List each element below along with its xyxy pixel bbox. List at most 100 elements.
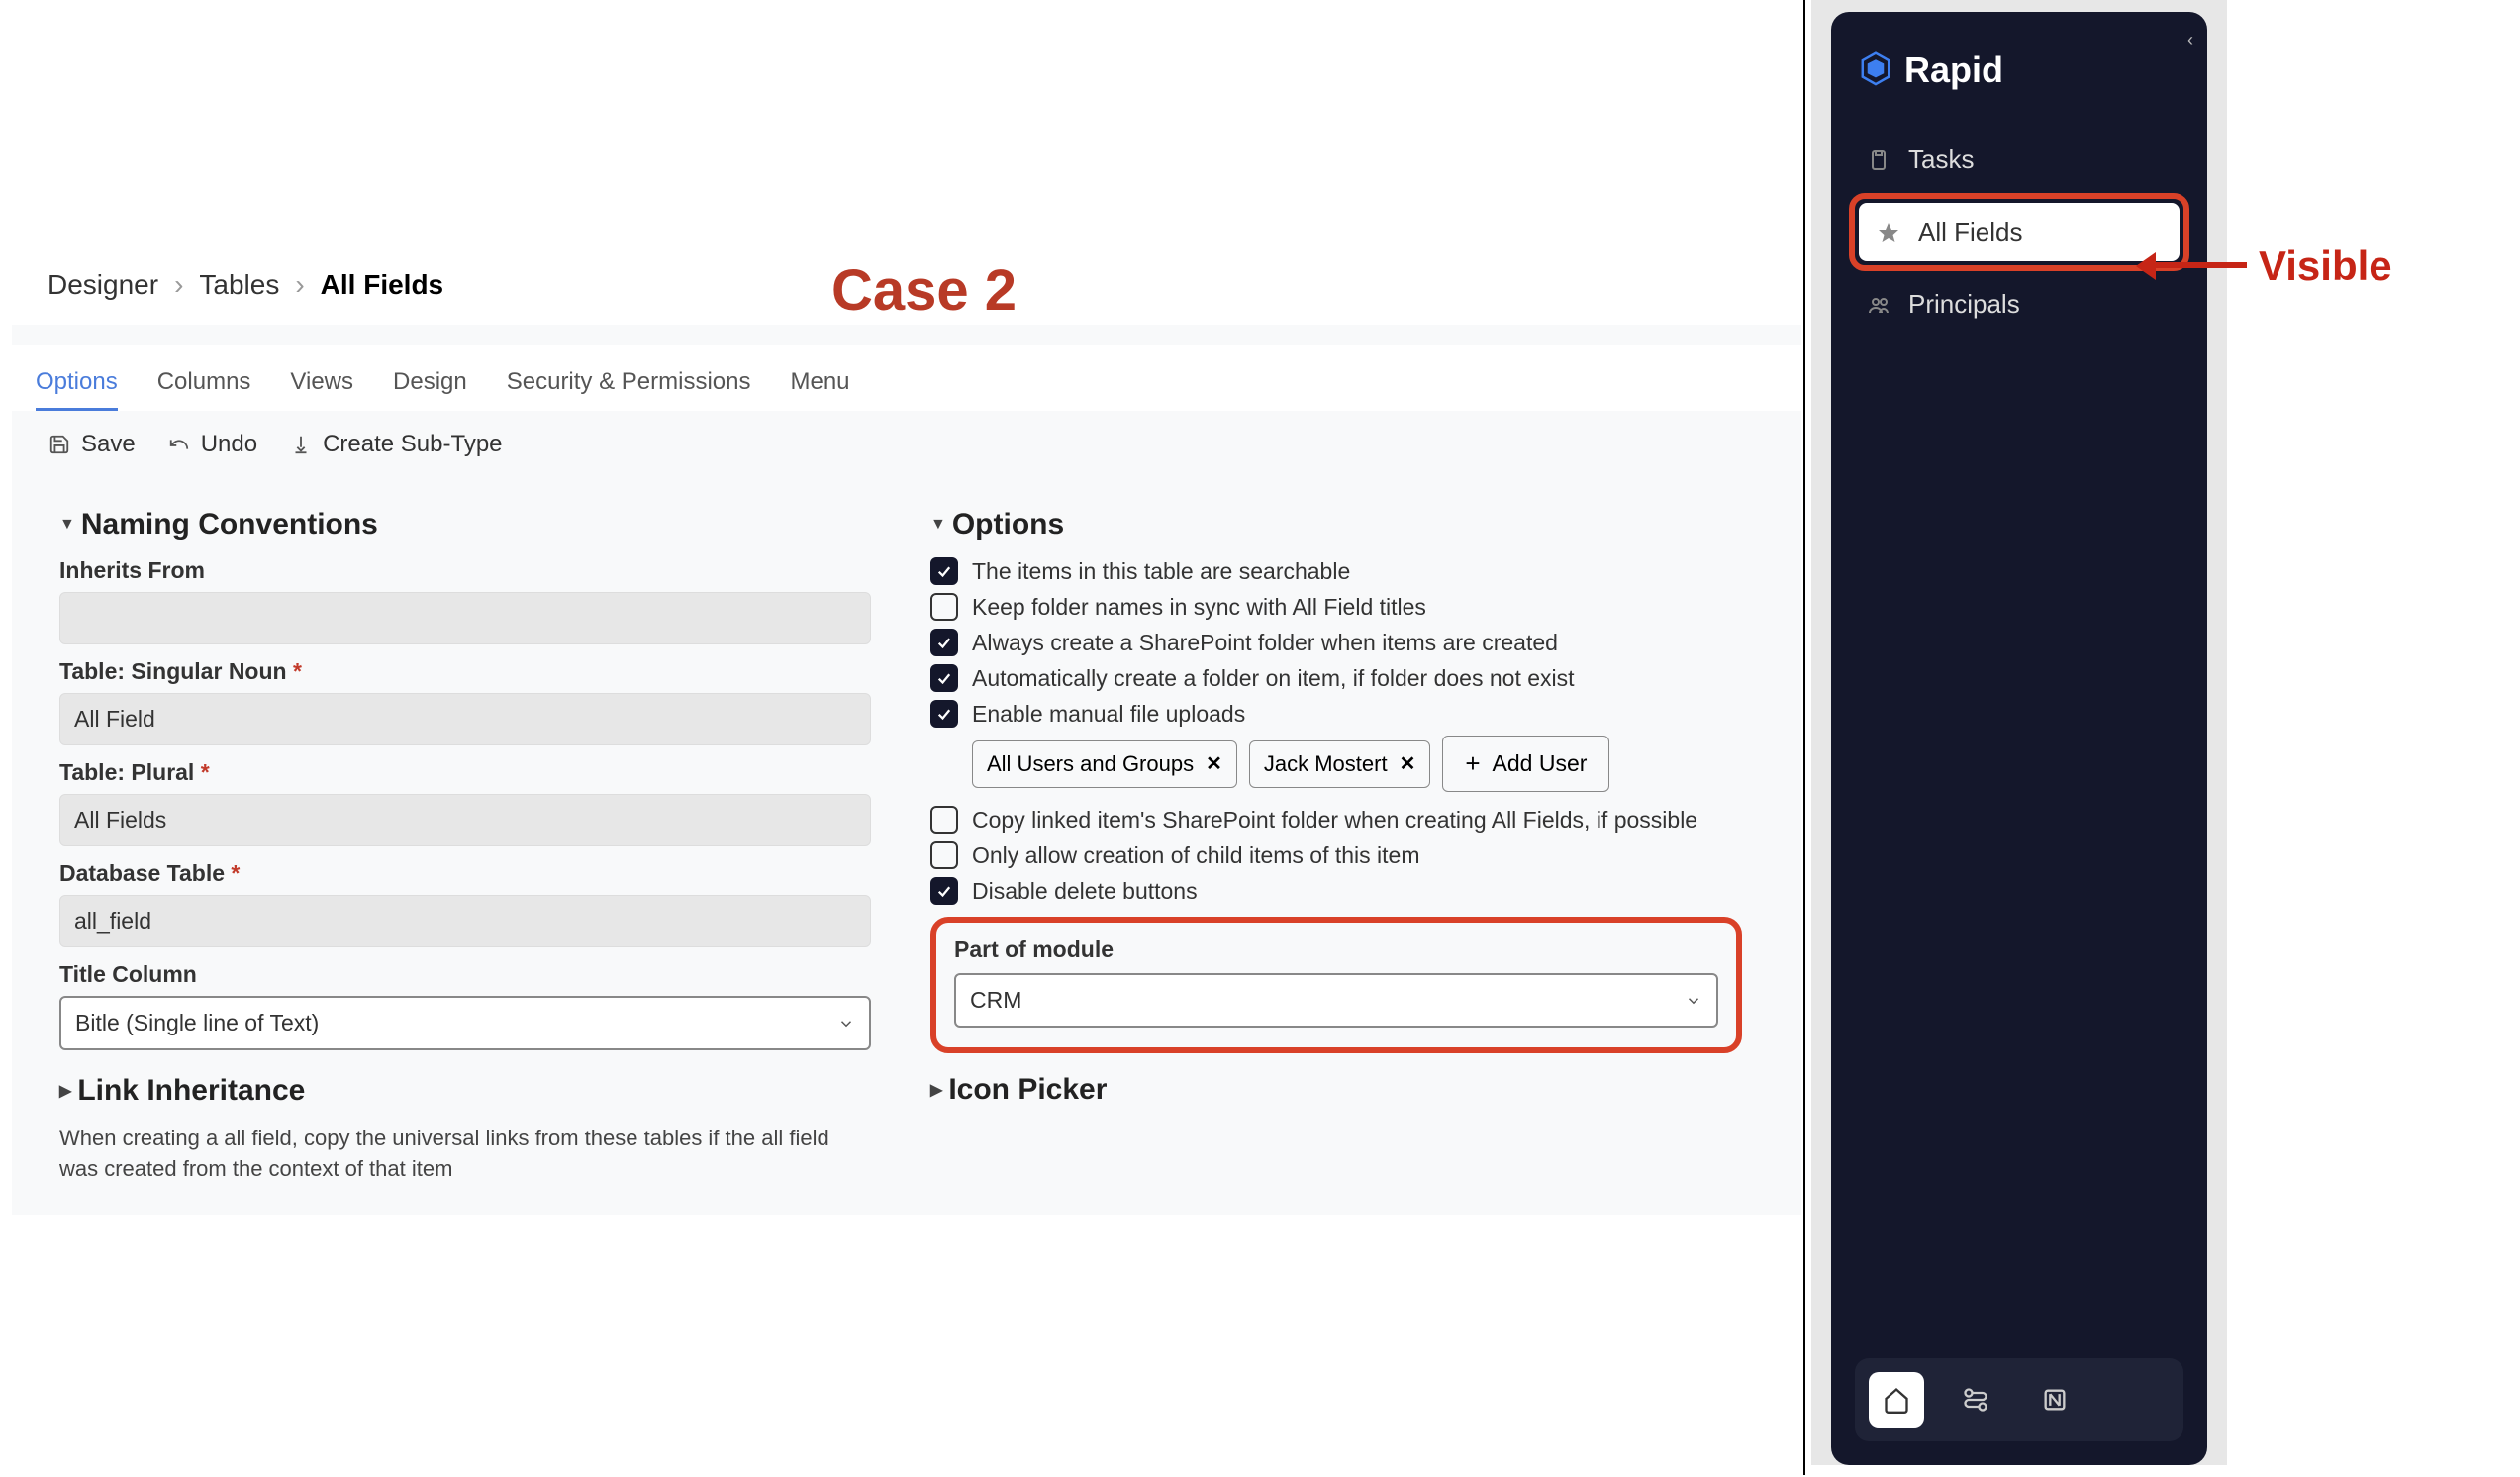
plural-input[interactable] <box>59 794 871 846</box>
close-icon[interactable]: ✕ <box>1206 751 1222 776</box>
add-user-label: Add User <box>1493 750 1588 777</box>
sidebar-item-tasks[interactable]: Tasks <box>1849 131 2189 189</box>
link-inheritance-header[interactable]: ▶ Link Inheritance <box>59 1074 871 1108</box>
create-subtype-button[interactable]: Create Sub-Type <box>289 431 502 458</box>
plural-label: Table: Plural * <box>59 759 871 786</box>
sidebar-item-label: All Fields <box>1918 217 2022 247</box>
icon-picker-header[interactable]: ▶ Icon Picker <box>930 1073 1742 1107</box>
chip-label: Jack Mostert <box>1264 751 1388 777</box>
chip-all-users[interactable]: All Users and Groups ✕ <box>972 740 1237 788</box>
clipboard-icon <box>1867 148 1892 173</box>
caret-down-icon: ▼ <box>930 516 946 534</box>
undo-icon <box>167 433 191 456</box>
brand: Rapid <box>1831 30 2207 131</box>
tab-columns[interactable]: Columns <box>157 356 251 411</box>
chevron-right-icon: › <box>295 269 304 301</box>
tab-views[interactable]: Views <box>290 356 353 411</box>
naming-conventions-label: Naming Conventions <box>81 508 378 542</box>
naming-conventions-header[interactable]: ▼ Naming Conventions <box>59 508 871 542</box>
chevron-down-icon <box>1685 992 1702 1010</box>
workflow-button[interactable] <box>1948 1372 2003 1428</box>
chevron-down-icon <box>837 1015 855 1033</box>
checkbox-row: Keep folder names in sync with All Field… <box>930 593 1742 621</box>
checkbox-label: Enable manual file uploads <box>972 701 1245 728</box>
checkbox-label: Only allow creation of child items of th… <box>972 842 1420 869</box>
checkbox-row: The items in this table are searchable <box>930 557 1742 585</box>
create-subtype-label: Create Sub-Type <box>323 431 502 458</box>
chevron-right-icon: › <box>174 269 183 301</box>
inherits-from-label: Inherits From <box>59 557 871 584</box>
notion-button[interactable] <box>2027 1372 2083 1428</box>
tab-design[interactable]: Design <box>393 356 467 411</box>
breadcrumb-designer[interactable]: Designer <box>48 269 158 301</box>
plus-icon: + <box>1465 748 1480 779</box>
collapse-icon[interactable]: ‹ <box>2187 30 2193 50</box>
link-inheritance-label: Link Inheritance <box>77 1074 305 1108</box>
checkbox-label: Always create a SharePoint folder when i… <box>972 630 1558 656</box>
part-of-module-select[interactable]: CRM <box>954 973 1718 1028</box>
link-inheritance-description: When creating a all field, copy the univ… <box>59 1124 831 1185</box>
caret-right-icon: ▶ <box>59 1081 71 1101</box>
left-column: ▼ Naming Conventions Inherits From Table… <box>59 508 871 1185</box>
notion-icon <box>2041 1386 2069 1414</box>
visible-annotation: Visible <box>2247 243 2392 290</box>
title-column-select[interactable]: Bitle (Single line of Text) <box>59 996 871 1050</box>
checkbox-label: The items in this table are searchable <box>972 558 1350 585</box>
db-table-input[interactable] <box>59 895 871 947</box>
inherits-from-input[interactable] <box>59 592 871 644</box>
people-icon <box>1867 292 1892 318</box>
checkbox[interactable] <box>930 806 958 834</box>
part-of-module-label: Part of module <box>954 936 1718 963</box>
checkbox-label: Disable delete buttons <box>972 878 1198 905</box>
checkbox-row: Only allow creation of child items of th… <box>930 841 1742 869</box>
home-icon <box>1883 1386 1910 1414</box>
nav-items: Tasks All Fields Principals <box>1831 131 2207 334</box>
close-icon[interactable]: ✕ <box>1400 751 1416 776</box>
undo-label: Undo <box>201 431 257 458</box>
chip-label: All Users and Groups <box>987 751 1194 777</box>
checkbox[interactable] <box>930 700 958 728</box>
case-annotation: Case 2 <box>831 257 1017 324</box>
breadcrumb-current: All Fields <box>321 269 443 301</box>
title-column-label: Title Column <box>59 961 871 988</box>
breadcrumb-tables[interactable]: Tables <box>199 269 279 301</box>
checkbox[interactable] <box>930 877 958 905</box>
checkbox-row: Automatically create a folder on item, i… <box>930 664 1742 692</box>
db-table-label: Database Table * <box>59 860 871 887</box>
sidebar-bottom <box>1831 1334 2207 1465</box>
checkbox-row: Copy linked item's SharePoint folder whe… <box>930 806 1742 834</box>
checkbox[interactable] <box>930 593 958 621</box>
checkbox-label: Automatically create a folder on item, i… <box>972 665 1575 692</box>
checkbox[interactable] <box>930 664 958 692</box>
visible-label: Visible <box>2259 243 2392 290</box>
undo-button[interactable]: Undo <box>167 431 257 458</box>
bottom-dock <box>1855 1358 2183 1441</box>
tab-security[interactable]: Security & Permissions <box>507 356 751 411</box>
tab-menu[interactable]: Menu <box>790 356 849 411</box>
checkbox[interactable] <box>930 557 958 585</box>
checkbox-row: Always create a SharePoint folder when i… <box>930 629 1742 656</box>
checkbox-label: Keep folder names in sync with All Field… <box>972 594 1426 621</box>
home-button[interactable] <box>1869 1372 1924 1428</box>
subtype-icon <box>289 433 313 456</box>
singular-noun-input[interactable] <box>59 693 871 745</box>
caret-down-icon: ▼ <box>59 516 75 534</box>
save-button[interactable]: Save <box>48 431 136 458</box>
main-area: Designer › Tables › All Fields Options C… <box>0 0 1801 1477</box>
part-of-module-value: CRM <box>970 987 1021 1014</box>
sidebar-item-principals[interactable]: Principals <box>1849 275 2189 334</box>
singular-noun-label: Table: Singular Noun * <box>59 658 871 685</box>
sidebar-item-all-fields[interactable]: All Fields <box>1859 203 2180 261</box>
content-body: Designer › Tables › All Fields Options C… <box>12 246 1801 1215</box>
checkbox[interactable] <box>930 629 958 656</box>
chip-jack-mostert[interactable]: Jack Mostert ✕ <box>1249 740 1430 788</box>
tab-options[interactable]: Options <box>36 356 118 411</box>
sidebar-wrap: ‹ Rapid Tasks All Fields <box>1811 0 2227 1465</box>
rapid-logo-icon <box>1859 51 1892 89</box>
checkbox[interactable] <box>930 841 958 869</box>
sidebar-item-label: Principals <box>1908 289 2020 320</box>
star-icon <box>1877 220 1902 246</box>
options-section-header[interactable]: ▼ Options <box>930 508 1742 542</box>
checkbox-label: Copy linked item's SharePoint folder whe… <box>972 807 1697 834</box>
add-user-button[interactable]: + Add User <box>1442 736 1609 792</box>
